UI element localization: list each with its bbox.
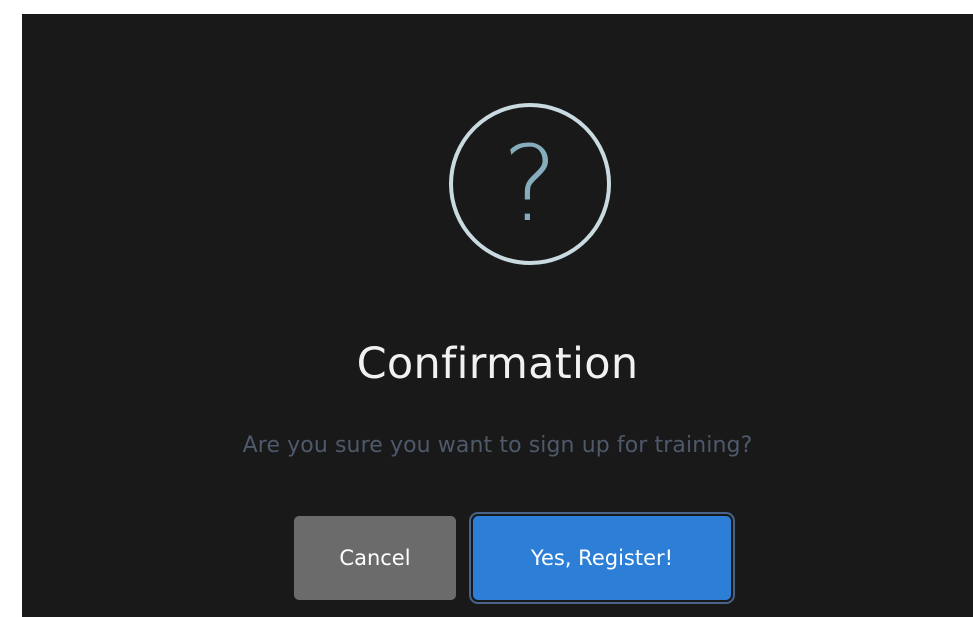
- confirmation-dialog: ? Confirmation Are you sure you want to …: [22, 14, 973, 617]
- question-mark-glyph: ?: [502, 123, 558, 245]
- confirm-register-button[interactable]: Yes, Register!: [473, 516, 731, 600]
- question-mark-icon: ?: [449, 103, 611, 265]
- dialog-title: Confirmation: [356, 339, 639, 389]
- page: ? Confirmation Are you sure you want to …: [0, 0, 973, 617]
- dialog-message: Are you sure you want to sign up for tra…: [242, 433, 753, 458]
- cancel-button[interactable]: Cancel: [294, 516, 456, 600]
